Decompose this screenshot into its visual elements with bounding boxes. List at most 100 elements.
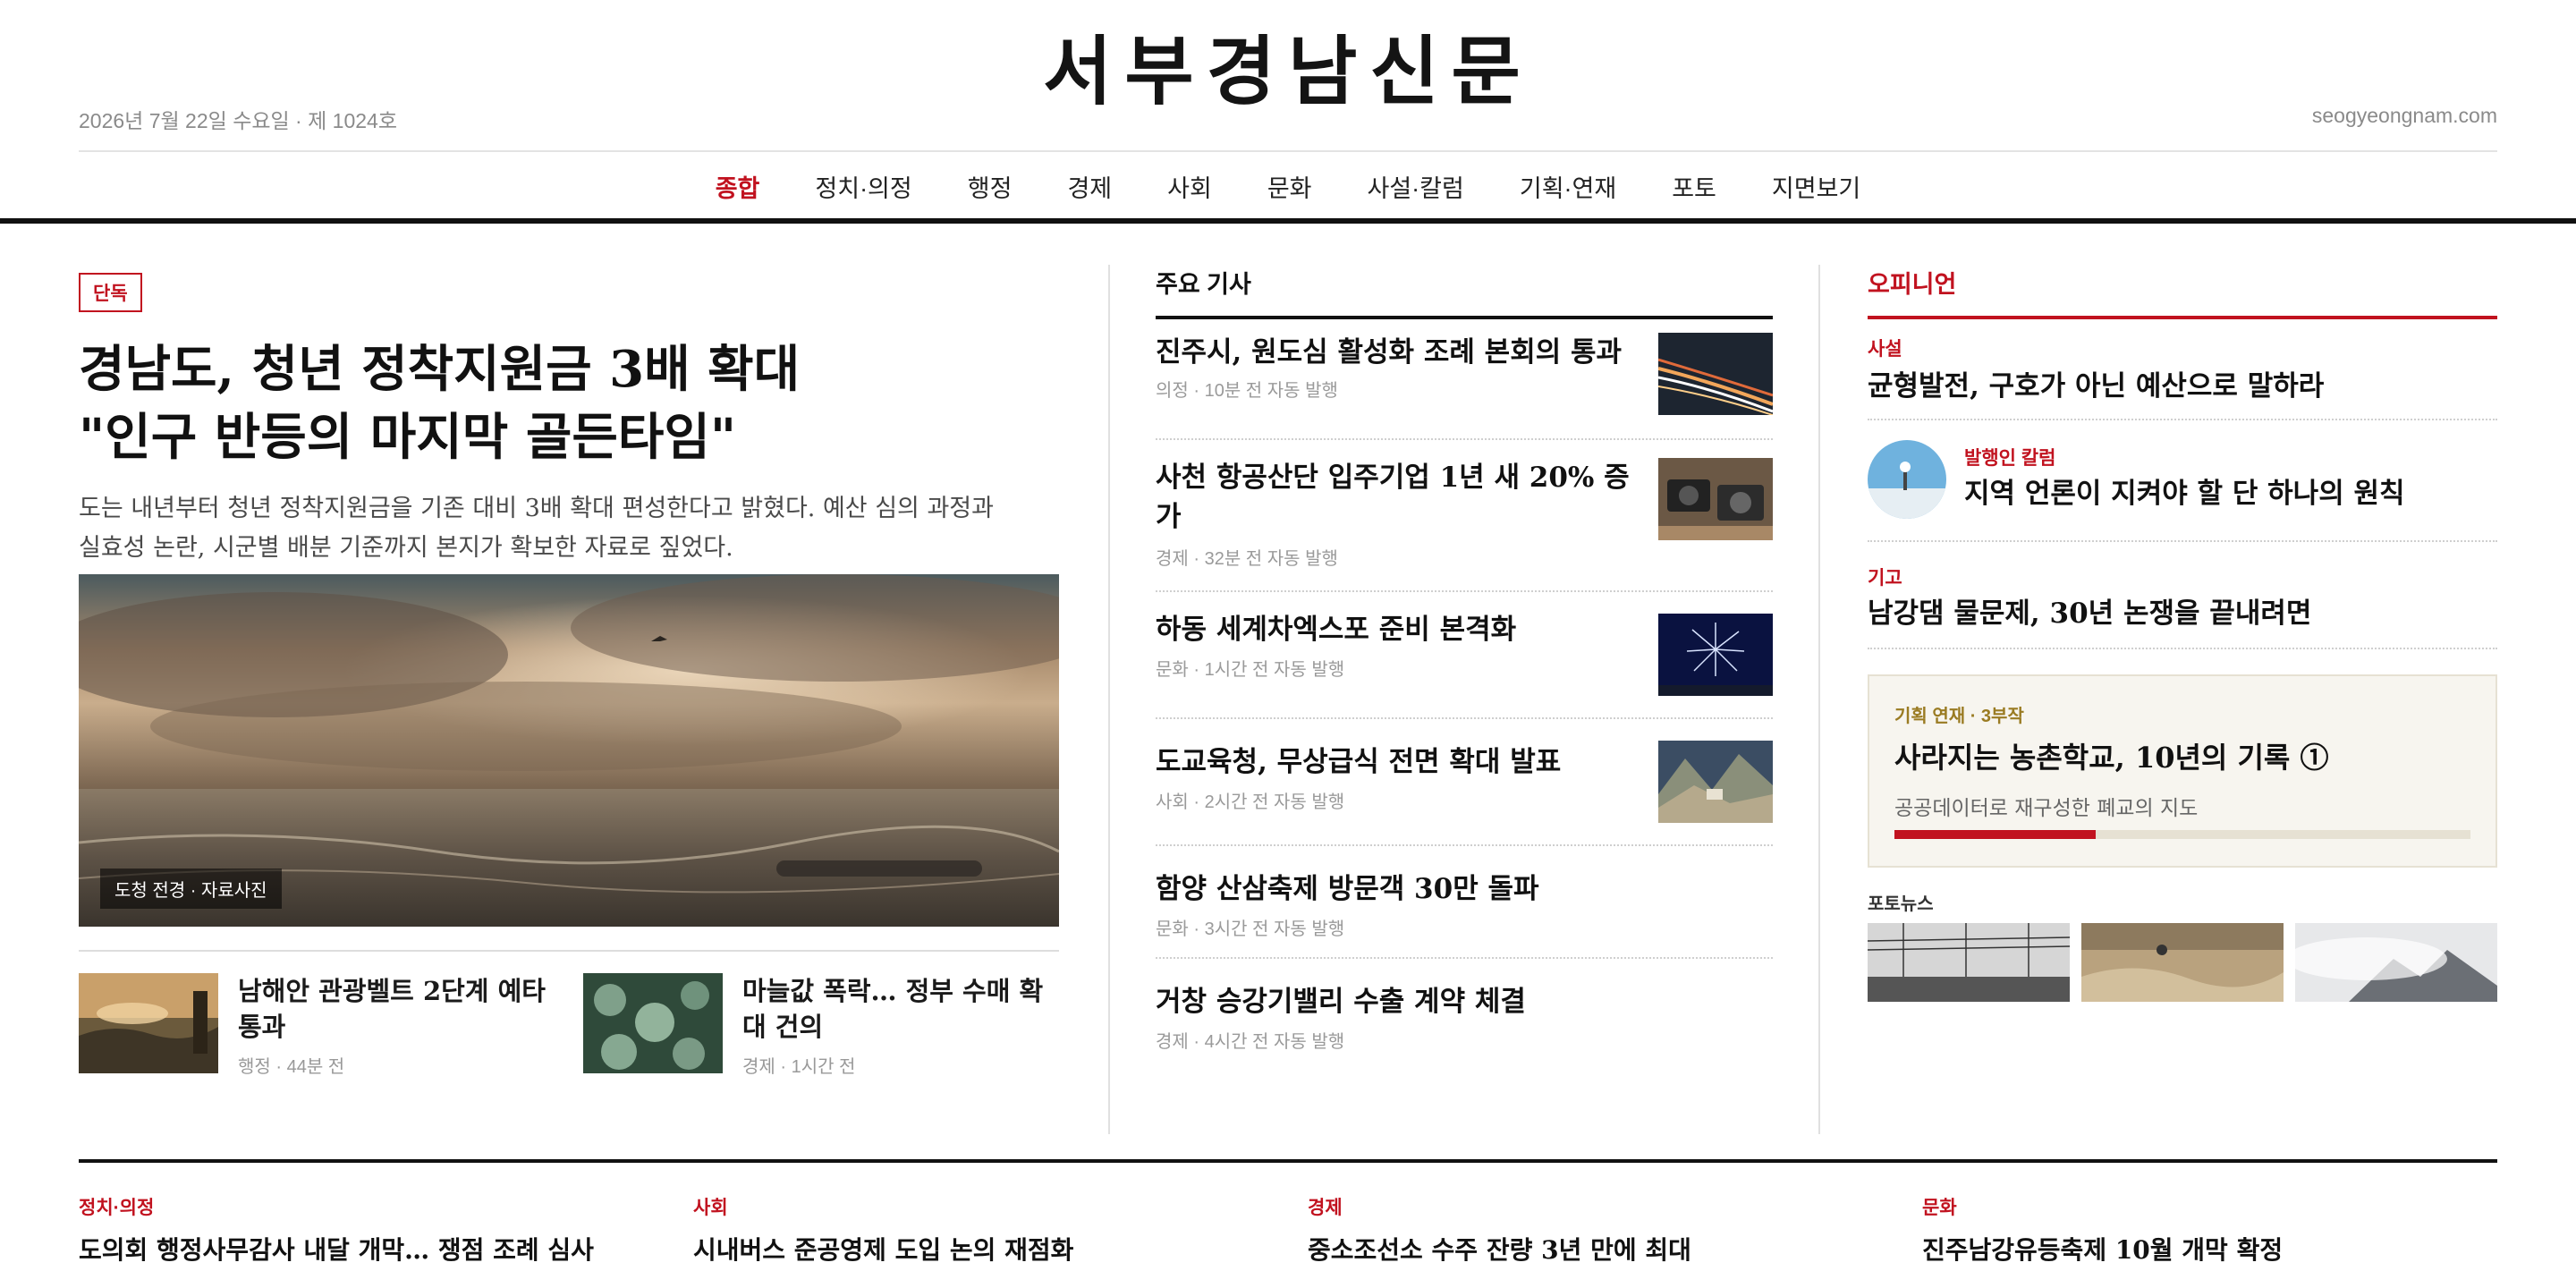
sunset-hills-image — [79, 973, 218, 1073]
top-story-item[interactable]: 도교육청, 무상급식 전면 확대 발표 사회 · 2시간 전 자동 발행 — [1156, 719, 1773, 846]
section-preview[interactable]: 정치·의정 도의회 행정사무감사 내달 개막… 쟁점 조례 심사 — [79, 1193, 651, 1267]
top-story-title[interactable]: 도교육청, 무상급식 전면 확대 발표 — [1156, 742, 1639, 782]
section-kicker[interactable]: 정치·의정 — [79, 1193, 651, 1220]
masthead: 2026년 7월 22일 수요일 · 제 1024호 서부경남신문 seogye… — [79, 0, 2497, 152]
exclusive-badge: 단독 — [79, 273, 142, 312]
photo-news-thumbnail[interactable] — [2295, 923, 2497, 1002]
photo-news-thumbnail[interactable] — [2081, 923, 2284, 1002]
series-progress-bar — [1894, 830, 2470, 839]
top-story-thumbnail[interactable] — [1658, 741, 1773, 823]
top-story-title[interactable]: 함양 산삼축제 방문객 30만 돌파 — [1156, 869, 1639, 909]
section-headline[interactable]: 도의회 행정사무감사 내달 개막… 쟁점 조례 심사 — [79, 1231, 651, 1267]
opinion-title[interactable]: 지역 언론이 지켜야 할 단 하나의 원칙 — [1964, 474, 2405, 513]
top-story-thumbnail[interactable] — [1658, 614, 1773, 696]
sub-story-meta: 행정 · 44분 전 — [238, 1057, 345, 1077]
series-subtitle: 공공데이터로 재구성한 폐교의 지도 — [1894, 797, 2199, 820]
opinion-kicker: 발행인 칼럼 — [1964, 448, 2056, 469]
top-story-meta: 경제 · 4시간 전 자동 발행 — [1156, 1032, 1345, 1052]
nav-item-economy[interactable]: 경제 — [1067, 169, 1112, 204]
opinion-item[interactable]: 발행인 칼럼 지역 언론이 지켜야 할 단 하나의 원칙 — [1868, 420, 2497, 542]
nav-item-editorial[interactable]: 사설·칼럼 — [1368, 169, 1464, 204]
sub-story-thumbnail[interactable] — [583, 973, 723, 1073]
series-kicker: 기획 연재 · 3부작 — [1894, 707, 2024, 726]
section-kicker[interactable]: 문화 — [1922, 1193, 2495, 1220]
top-stories: 주요 기사 진주시, 원도심 활성화 조례 본회의 통과 의정 · 10분 전 … — [1156, 265, 1773, 1052]
nav-item-photo[interactable]: 포토 — [1672, 169, 1716, 204]
lead-summary: 도는 내년부터 청년 정착지원금을 기존 대비 3배 확대 편성한다고 밝혔다.… — [79, 489, 1059, 568]
top-story-meta: 문화 · 1시간 전 자동 발행 — [1156, 660, 1345, 680]
lead-summary-line1: 도는 내년부터 청년 정착지원금을 기존 대비 3배 확대 편성한다고 밝혔다.… — [79, 495, 994, 522]
divider — [79, 950, 1059, 952]
green-plants-image — [583, 973, 723, 1073]
lead-summary-line2: 실효성 논란, 시군별 배분 기준까지 본지가 확보한 자료로 짚었다. — [79, 534, 733, 562]
lead-story: 단독 경남도, 청년 정착지원금 3배 확대 "인구 반등의 마지막 골든타임"… — [79, 265, 1059, 1077]
section-kicker[interactable]: 사회 — [693, 1193, 1266, 1220]
mountain-cabin-image — [1658, 741, 1773, 823]
section-headline[interactable]: 진주남강유등축제 10월 개막 확정 — [1922, 1231, 2495, 1267]
top-story-meta: 경제 · 32분 전 자동 발행 — [1156, 549, 1338, 569]
top-story-item[interactable]: 사천 항공산단 입주기업 1년 새 20% 증가 경제 · 32분 전 자동 발… — [1156, 440, 1773, 592]
series-progress-fill — [1894, 830, 2097, 839]
opinion-item[interactable]: 사설 균형발전, 구호가 아닌 예산으로 말하라 — [1868, 333, 2497, 420]
top-story-title[interactable]: 거창 승강기밸리 수출 계약 체결 — [1156, 982, 1639, 1021]
top-story-item[interactable]: 하동 세계차엑스포 준비 본격화 문화 · 1시간 전 자동 발행 — [1156, 592, 1773, 719]
top-story-title[interactable]: 사천 항공산단 입주기업 1년 새 20% 증가 — [1156, 458, 1639, 537]
top-story-thumbnail[interactable] — [1658, 333, 1773, 415]
cameras-image — [1658, 458, 1773, 540]
opinion-kicker: 사설 — [1868, 339, 1902, 360]
opinion-title[interactable]: 균형발전, 구호가 아닌 예산으로 말하라 — [1868, 367, 2497, 406]
top-story-title[interactable]: 진주시, 원도심 활성화 조례 본회의 통과 — [1156, 333, 1639, 372]
nav-item-print-edition[interactable]: 지면보기 — [1772, 169, 1860, 204]
opinion-sidebar: 오피니언 사설 균형발전, 구호가 아닌 예산으로 말하라 발행인 칼럼 지역 … — [1868, 265, 2497, 1002]
light-trails-image — [1658, 333, 1773, 415]
photo-caption: 도청 전경 · 자료사진 — [100, 869, 282, 909]
section-heading: 오피니언 — [1868, 265, 2497, 319]
section-heading: 주요 기사 — [1156, 265, 1773, 319]
opinion-kicker: 기고 — [1868, 568, 1902, 589]
top-story-item[interactable]: 진주시, 원도심 활성화 조례 본회의 통과 의정 · 10분 전 자동 발행 — [1156, 333, 1773, 440]
railway-wires-image — [1868, 923, 2070, 1002]
section-headline[interactable]: 중소조선소 수주 잔량 3년 만에 최대 — [1308, 1231, 1880, 1267]
nav-item-general[interactable]: 종합 — [716, 169, 760, 204]
nav-item-features[interactable]: 기획·연재 — [1520, 169, 1616, 204]
lead-headline-line1[interactable]: 경남도, 청년 정착지원금 3배 확대 — [79, 340, 800, 399]
site-url[interactable]: seogyeongnam.com — [2312, 104, 2497, 128]
column-divider — [1818, 265, 1820, 1134]
section-headline[interactable]: 시내버스 준공영제 도입 논의 재점화 — [693, 1231, 1266, 1267]
top-story-item[interactable]: 함양 산삼축제 방문객 30만 돌파 문화 · 3시간 전 자동 발행 — [1156, 846, 1773, 959]
section-preview[interactable]: 문화 진주남강유등축제 10월 개막 확정 — [1922, 1193, 2495, 1267]
nav-item-administration[interactable]: 행정 — [968, 169, 1013, 204]
columnist-photo-image — [1868, 440, 1946, 519]
sub-story-meta: 경제 · 1시간 전 — [742, 1057, 856, 1077]
top-story-meta: 사회 · 2시간 전 자동 발행 — [1156, 792, 1345, 812]
top-story-meta: 의정 · 10분 전 자동 발행 — [1156, 381, 1338, 401]
opinion-title[interactable]: 남강댐 물문제, 30년 논쟁을 끝내려면 — [1868, 594, 2497, 633]
top-story-thumbnail[interactable] — [1658, 458, 1773, 540]
newspaper-logo[interactable]: 서부경남신문 — [79, 30, 2497, 113]
top-story-item[interactable]: 거창 승강기밸리 수출 계약 체결 경제 · 4시간 전 자동 발행 — [1156, 959, 1773, 1066]
nav-item-society[interactable]: 사회 — [1167, 169, 1212, 204]
nav-item-culture[interactable]: 문화 — [1267, 169, 1312, 204]
series-title[interactable]: 사라지는 농촌학교, 10년의 기록 ① — [1894, 735, 2329, 776]
sub-story-title[interactable]: 남해안 관광벨트 2단계 예타 통과 — [238, 973, 551, 1045]
section-preview[interactable]: 경제 중소조선소 수주 잔량 3년 만에 최대 — [1308, 1193, 1880, 1267]
bottom-rule — [79, 1159, 2497, 1163]
top-story-title[interactable]: 하동 세계차엑스포 준비 본격화 — [1156, 610, 1639, 649]
section-kicker[interactable]: 경제 — [1308, 1193, 1880, 1220]
columnist-avatar[interactable] — [1868, 440, 1946, 519]
main-nav: 종합 정치·의정 행정 경제 사회 문화 사설·칼럼 기획·연재 포토 지면보기 — [0, 154, 2576, 224]
sub-story-thumbnail[interactable] — [79, 973, 218, 1073]
opinion-item[interactable]: 기고 남강댐 물문제, 30년 논쟁을 끝내려면 — [1868, 542, 2497, 649]
photo-news-thumbnail[interactable] — [1868, 923, 2070, 1002]
skatepark-image — [2081, 923, 2284, 1002]
fireworks-image — [1658, 614, 1773, 696]
column-divider — [1108, 265, 1110, 1134]
lead-headline-line2[interactable]: "인구 반등의 마지막 골든타임" — [79, 408, 736, 467]
nav-item-politics[interactable]: 정치·의정 — [815, 169, 911, 204]
section-preview[interactable]: 사회 시내버스 준공영제 도입 논의 재점화 — [693, 1193, 1266, 1267]
lead-photo[interactable]: 도청 전경 · 자료사진 — [79, 574, 1059, 927]
lead-headline[interactable]: 경남도, 청년 정착지원금 3배 확대 "인구 반등의 마지막 골든타임" — [79, 335, 1059, 471]
top-story-meta: 문화 · 3시간 전 자동 발행 — [1156, 919, 1345, 939]
feature-series-card[interactable]: 기획 연재 · 3부작 사라지는 농촌학교, 10년의 기록 ① 공공데이터로 … — [1868, 674, 2497, 868]
sub-story-title[interactable]: 마늘값 폭락… 정부 수매 확대 건의 — [742, 973, 1055, 1045]
